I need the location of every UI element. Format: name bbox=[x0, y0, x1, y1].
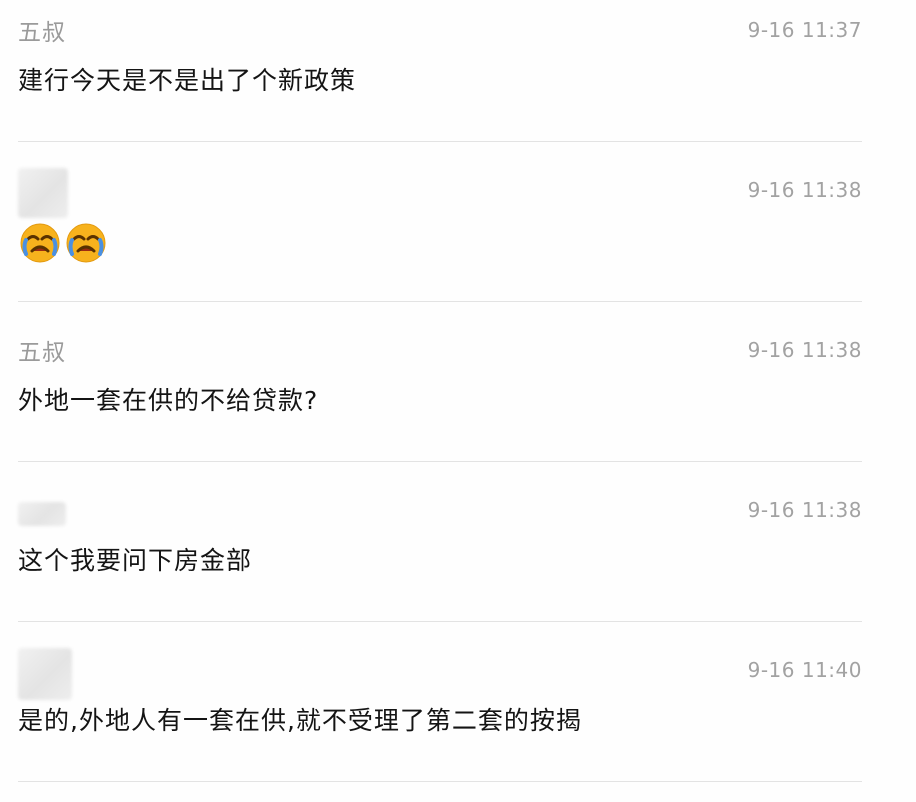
message-timestamp: 9-16 11:38 bbox=[747, 498, 862, 522]
message-item[interactable]: 五叔 9-16 11:38 外地一套在供的不给贷款? bbox=[0, 320, 916, 480]
divider bbox=[18, 461, 862, 462]
divider bbox=[18, 301, 862, 302]
message-item[interactable]: 9-16 11:40 是的,外地人有一套在供,就不受理了第二套的按揭 bbox=[0, 640, 916, 800]
crying-face-icon bbox=[18, 221, 62, 265]
chat-message-list: 五叔 9-16 11:37 建行今天是不是出了个新政策 9-16 11:38 五… bbox=[0, 0, 916, 802]
message-timestamp: 9-16 11:38 bbox=[747, 338, 862, 362]
message-item[interactable]: 五叔 9-16 11:37 建行今天是不是出了个新政策 bbox=[0, 0, 916, 160]
emoji-row bbox=[18, 221, 108, 265]
blurred-avatar bbox=[18, 648, 72, 700]
blurred-avatar bbox=[18, 502, 66, 526]
divider bbox=[18, 141, 862, 142]
message-timestamp: 9-16 11:40 bbox=[747, 658, 862, 682]
message-text: 外地一套在供的不给贷款? bbox=[18, 386, 319, 415]
message-text: 建行今天是不是出了个新政策 bbox=[18, 66, 357, 95]
message-text: 是的,外地人有一套在供,就不受理了第二套的按揭 bbox=[18, 706, 582, 735]
blurred-avatar bbox=[18, 168, 68, 218]
divider bbox=[18, 781, 862, 782]
crying-face-icon bbox=[64, 221, 108, 265]
message-text: 这个我要问下房金部 bbox=[18, 546, 253, 575]
divider bbox=[18, 621, 862, 622]
message-item[interactable]: 9-16 11:38 bbox=[0, 160, 916, 320]
sender-name: 五叔 bbox=[18, 340, 66, 366]
message-item[interactable]: 9-16 11:38 这个我要问下房金部 bbox=[0, 480, 916, 640]
sender-name: 五叔 bbox=[18, 20, 66, 46]
message-timestamp: 9-16 11:37 bbox=[747, 18, 862, 42]
message-timestamp: 9-16 11:38 bbox=[747, 178, 862, 202]
